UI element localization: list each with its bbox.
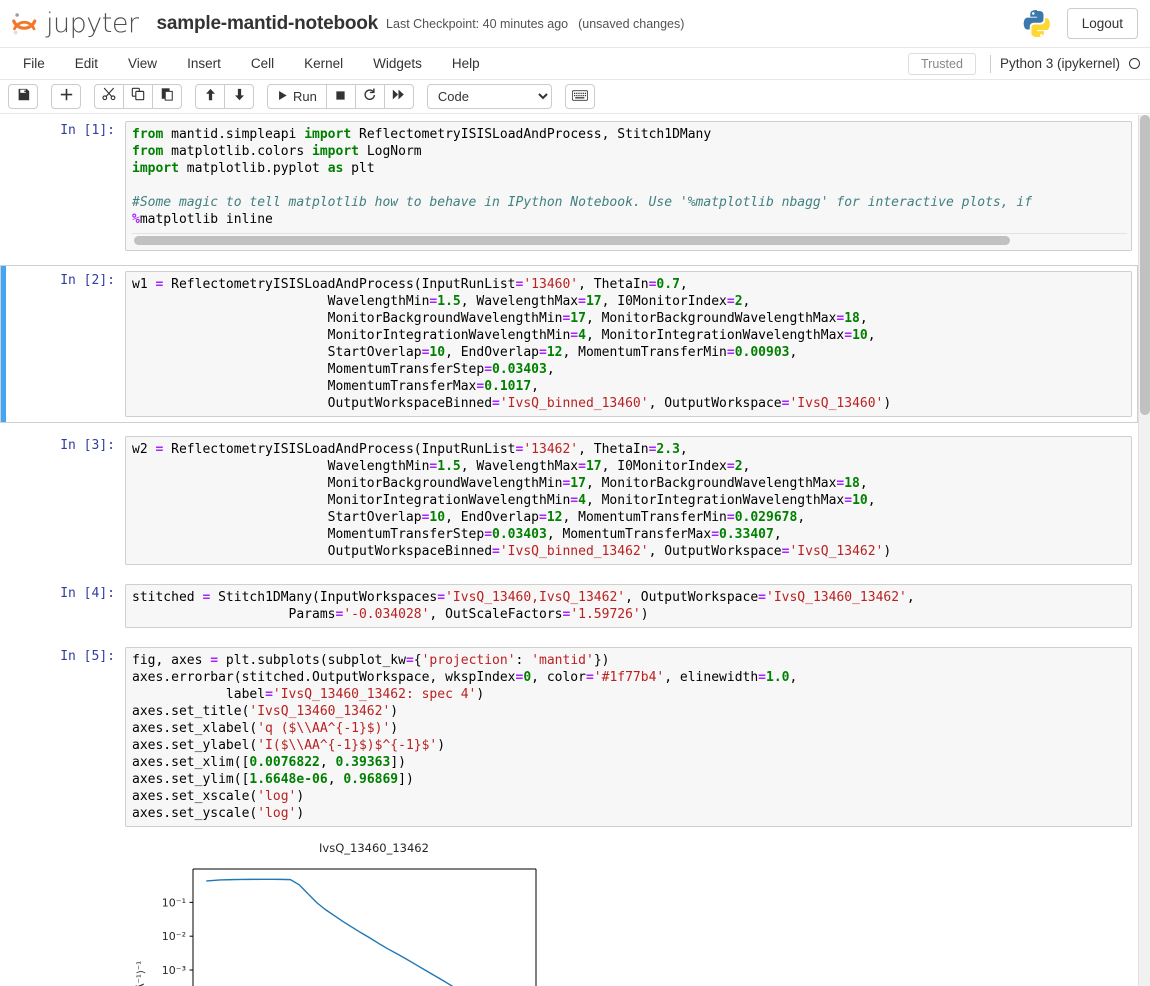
unsaved-changes-label: (unsaved changes) [578,16,685,31]
page-vertical-scrollbar-thumb[interactable] [1140,115,1150,415]
code-cell-4[interactable]: In [4]: stitched = Stitch1DMany(InputWor… [0,578,1138,634]
toolbar-group-clipboard [94,84,182,109]
matplotlib-figure: IvsQ_13460_13462 10⁻¹10⁻²10⁻³10⁻⁴I(Å⁻¹)⁻… [124,841,594,986]
paste-icon [160,87,174,106]
move-cell-down-button[interactable] [224,84,254,109]
code-cell-3[interactable]: In [3]: w2 = ReflectometryISISLoadAndPro… [0,430,1138,571]
restart-kernel-button[interactable] [354,84,385,109]
menu-view[interactable]: View [113,51,172,76]
svg-text:10⁻²: 10⁻² [162,930,186,943]
figure-canvas: 10⁻¹10⁻²10⁻³10⁻⁴I(Å⁻¹)⁻¹ [124,859,594,986]
cell-source-5[interactable]: fig, axes = plt.subplots(subplot_kw={'pr… [132,652,1127,822]
arrow-up-icon [204,88,217,106]
trusted-badge[interactable]: Trusted [908,52,976,75]
cell-input-5[interactable]: fig, axes = plt.subplots(subplot_kw={'pr… [125,647,1132,827]
logout-button[interactable]: Logout [1066,8,1138,39]
cell-prompt-1: In [1]: [60,123,115,138]
interrupt-kernel-button[interactable] [325,84,356,109]
cell-prompt-2: In [2]: [60,273,115,288]
menu-widgets[interactable]: Widgets [358,51,437,76]
last-checkpoint-label: Last Checkpoint: 40 minutes ago [386,16,569,31]
cell-horizontal-scrollbar-thumb[interactable] [134,236,1010,245]
figure-title: IvsQ_13460_13462 [319,841,429,855]
cut-button[interactable] [94,84,124,109]
toolbar-group-run: Run [267,84,414,109]
cell-source-2[interactable]: w1 = ReflectometryISISLoadAndProcess(Inp… [132,276,1127,412]
cell-type-select[interactable]: Code Markdown Raw NBConvert Heading [426,84,552,109]
stop-square-icon [335,88,346,106]
svg-text:I(Å⁻¹)⁻¹: I(Å⁻¹)⁻¹ [134,961,147,986]
cell-source-1[interactable]: from mantid.simpleapi import Reflectomet… [132,126,1127,228]
copy-button[interactable] [123,84,153,109]
kernel-separator [989,54,991,73]
toolbar-group-move [195,84,254,109]
move-cell-up-button[interactable] [195,84,225,109]
menu-edit[interactable]: Edit [60,51,113,76]
save-button[interactable] [8,84,38,109]
cell-output-5: IvsQ_13460_13462 10⁻¹10⁻²10⁻³10⁻⁴I(Å⁻¹)⁻… [0,841,1138,986]
python-logo-icon [1021,8,1053,40]
plot-svg: 10⁻¹10⁻²10⁻³10⁻⁴I(Å⁻¹)⁻¹ [134,868,537,986]
fast-forward-icon [392,88,405,106]
menubar: File Edit View Insert Cell Kernel Widget… [0,48,1150,80]
scissors-icon [102,87,116,106]
keyboard-icon [571,88,588,106]
restart-circular-arrow-icon [363,87,376,106]
notebook-header: jupyter sample-mantid-notebook Last Chec… [0,0,1150,48]
code-cell-5[interactable]: In [5]: fig, axes = plt.subplots(subplot… [0,641,1138,833]
run-button-label: Run [293,89,317,104]
plus-icon [60,88,73,106]
cell-source-3[interactable]: w2 = ReflectometryISISLoadAndProcess(Inp… [132,441,1127,560]
cell-input-1[interactable]: from mantid.simpleapi import Reflectomet… [125,121,1132,251]
notebook-scroll-container[interactable]: In [1]: from mantid.simpleapi import Ref… [0,115,1150,986]
cell-input-3[interactable]: w2 = ReflectometryISISLoadAndProcess(Inp… [125,436,1132,565]
run-button[interactable]: Run [267,84,327,109]
code-cell-1[interactable]: In [1]: from mantid.simpleapi import Ref… [0,115,1138,257]
toolbar-group-insert [51,84,81,109]
play-icon [277,89,288,104]
restart-and-run-all-button[interactable] [383,84,414,109]
code-cell-2[interactable]: In [2]: w1 = ReflectometryISISLoadAndPro… [0,265,1138,423]
paste-button[interactable] [152,84,182,109]
cell-horizontal-scrollbar[interactable] [132,233,1127,246]
page-vertical-scrollbar[interactable] [1138,115,1150,986]
cell-input-2[interactable]: w1 = ReflectometryISISLoadAndProcess(Inp… [125,271,1132,417]
arrow-down-icon [233,88,246,106]
jupyter-logo-text: jupyter [46,8,139,39]
cell-input-4[interactable]: stitched = Stitch1DMany(InputWorkspaces=… [125,584,1132,628]
notebook-title[interactable]: sample-mantid-notebook [157,13,379,35]
menu-insert[interactable]: Insert [172,51,236,76]
toolbar-group-palette [564,84,595,109]
menu-help[interactable]: Help [437,51,495,76]
kernel-idle-circle-icon[interactable] [1129,58,1140,69]
jupyter-logo[interactable]: jupyter [10,8,139,39]
menu-cell[interactable]: Cell [236,51,289,76]
figure-output-area: IvsQ_13460_13462 10⁻¹10⁻²10⁻³10⁻⁴I(Å⁻¹)⁻… [124,841,1138,986]
svg-text:10⁻³: 10⁻³ [162,964,186,977]
notebook-cell-list: In [1]: from mantid.simpleapi import Ref… [0,115,1138,986]
command-palette-button[interactable] [564,84,595,109]
cell-prompt-3: In [3]: [60,438,115,453]
menu-kernel[interactable]: Kernel [289,51,358,76]
svg-text:10⁻¹: 10⁻¹ [162,896,186,909]
insert-cell-below-button[interactable] [51,84,81,109]
floppy-disk-icon [17,88,30,106]
cell-prompt-5: In [5]: [60,649,115,664]
kernel-name-label: Python 3 (ipykernel) [999,56,1120,71]
notebook-toolbar: Run Code Markdown Raw NBConvert Heading [0,80,1150,114]
menu-file[interactable]: File [8,51,60,76]
cell-source-4[interactable]: stitched = Stitch1DMany(InputWorkspaces=… [132,589,1127,623]
toolbar-group-save [8,84,38,109]
cell-prompt-4: In [4]: [60,586,115,601]
copy-icon [131,87,145,106]
jupyter-logo-icon [10,9,40,39]
